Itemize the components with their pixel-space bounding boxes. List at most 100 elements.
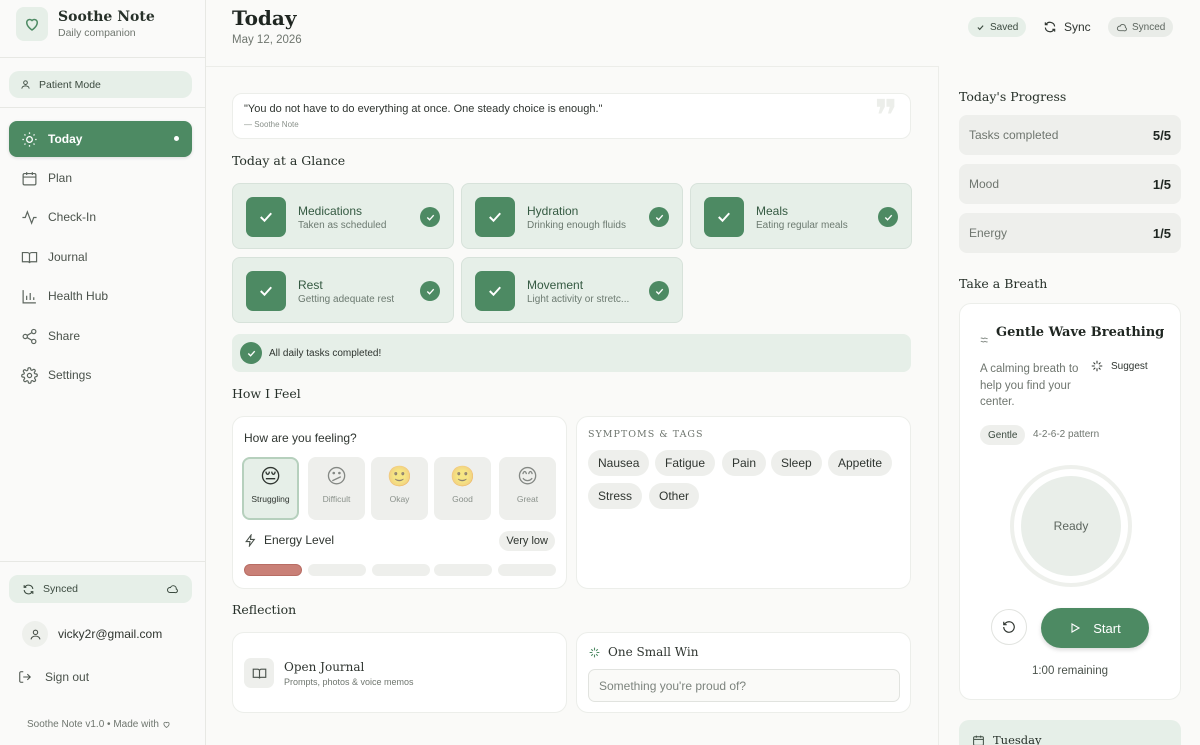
sign-out-button[interactable]: Sign out (18, 670, 89, 684)
page-date: May 12, 2026 (232, 34, 302, 46)
synced-label: Synced (1132, 21, 1166, 33)
glance-card-title: Meals (756, 204, 789, 218)
energy-segment[interactable] (244, 564, 302, 576)
symptom-tag[interactable]: Sleep (771, 450, 822, 476)
intensity-badge: Gentle (980, 425, 1026, 445)
energy-segment[interactable] (498, 564, 556, 576)
sidebar-item-label: Health Hub (48, 289, 109, 303)
upcoming-day-card[interactable]: Tuesday (959, 720, 1181, 745)
glance-card-title: Rest (298, 278, 323, 292)
sidebar-item-label: Settings (48, 368, 92, 382)
quote-text: "You do not have to do everything at onc… (244, 103, 603, 115)
glance-card-subtitle: Light activity or stretc... (527, 294, 630, 305)
sync-status-label: Synced (43, 583, 79, 595)
checkbox-icon (475, 271, 515, 311)
energy-segment[interactable] (434, 564, 492, 576)
breath-section-title: Take a Breath (959, 276, 1048, 291)
sync-button[interactable]: Sync (1043, 17, 1091, 37)
symptoms-card: SYMPTOMS & TAGS Nausea Fatigue Pain Slee… (576, 416, 911, 589)
mood-option-great[interactable]: 😊 Great (499, 457, 556, 520)
happy-face-icon: 😊 (517, 466, 538, 488)
glance-card-title: Hydration (527, 204, 579, 218)
sync-label: Sync (1064, 20, 1091, 34)
sidebar-item-label: Journal (48, 250, 88, 264)
mood-option-okay[interactable]: 🙂 Okay (371, 457, 428, 520)
suggest-label: Suggest (1111, 360, 1148, 372)
glance-card-movement[interactable]: Movement Light activity or stretc... (461, 257, 683, 323)
small-win-input[interactable] (588, 669, 900, 702)
progress-label: Mood (969, 177, 1000, 191)
check-circle-icon (649, 281, 669, 301)
sidebar-item-label: Today (48, 132, 83, 146)
start-label: Start (1093, 620, 1121, 636)
reset-button[interactable] (991, 609, 1027, 645)
progress-value: 5/5 (1152, 127, 1171, 143)
glance-card-subtitle: Getting adequate rest (298, 294, 395, 305)
sad-face-icon: 😔 (260, 466, 281, 488)
breathing-pattern: 4-2-6-2 pattern (1033, 429, 1100, 440)
sidebar-item-check-in[interactable]: Check-In (9, 199, 192, 235)
open-journal-card[interactable]: Open Journal Prompts, photos & voice mem… (232, 632, 567, 713)
suggest-button[interactable]: Suggest (1090, 359, 1148, 373)
sun-icon (22, 131, 37, 147)
sidebar-item-journal[interactable]: Journal (9, 239, 192, 275)
sidebar-item-plan[interactable]: Plan (9, 160, 192, 196)
sidebar-item-settings[interactable]: Settings (9, 357, 192, 393)
saved-label: Saved (990, 21, 1019, 33)
start-button[interactable]: Start (1041, 608, 1149, 648)
glance-card-subtitle: Taken as scheduled (298, 220, 387, 231)
page-title: Today (232, 6, 297, 30)
upcoming-day-label: Tuesday (993, 733, 1042, 745)
all-tasks-text: All daily tasks completed! (269, 347, 382, 359)
symptom-tag[interactable]: Pain (722, 450, 767, 476)
divider (0, 57, 206, 58)
mood-option-struggling[interactable]: 😔 Struggling (242, 457, 299, 520)
energy-segment[interactable] (308, 564, 366, 576)
sidebar-item-label: Share (48, 329, 81, 343)
mood-label: Struggling (251, 494, 290, 504)
mood-option-good[interactable]: 🙂 Good (434, 457, 491, 520)
activity-icon (22, 209, 37, 225)
progress-label: Energy (969, 226, 1008, 240)
mood-option-difficult[interactable]: 😕 Difficult (308, 457, 365, 520)
glance-card-rest[interactable]: Rest Getting adequate rest (232, 257, 454, 323)
app-tagline: Daily companion (58, 27, 136, 39)
brand[interactable]: Soothe Note Daily companion (16, 7, 155, 41)
user-account[interactable]: vicky2r@gmail.com (22, 621, 162, 647)
sync-status[interactable]: Synced (9, 575, 192, 603)
user-email: vicky2r@gmail.com (58, 627, 163, 641)
glance-card-hydration[interactable]: Hydration Drinking enough fluids (461, 183, 683, 249)
checkbox-icon (246, 271, 286, 311)
glance-card-meals[interactable]: Meals Eating regular meals (690, 183, 912, 249)
share-icon (22, 328, 37, 344)
journal-subtitle: Prompts, photos & voice memos (284, 677, 414, 687)
symptom-tag[interactable]: Stress (588, 483, 643, 509)
book-icon (244, 658, 274, 688)
sidebar-item-share[interactable]: Share (9, 318, 192, 354)
small-win-card: One Small Win (576, 632, 911, 713)
sign-out-label: Sign out (45, 670, 90, 684)
right-panel: Today's Progress Tasks completed 5/5 Moo… (938, 66, 1200, 745)
reflection-title: Reflection (232, 602, 297, 617)
slight-smile-icon: 🙂 (387, 466, 412, 488)
user-icon (30, 629, 40, 639)
glance-card-medications[interactable]: Medications Taken as scheduled (232, 183, 454, 249)
patient-mode-badge[interactable]: Patient Mode (9, 71, 192, 98)
patient-mode-label: Patient Mode (39, 78, 101, 91)
feel-title: How I Feel (232, 386, 301, 401)
energy-label: Energy Level (264, 533, 335, 547)
symptom-tag[interactable]: Other (649, 483, 700, 509)
sidebar-item-today[interactable]: Today (9, 121, 192, 157)
sidebar-item-health-hub[interactable]: Health Hub (9, 278, 192, 314)
symptom-tag[interactable]: Appetite (828, 450, 893, 476)
lightning-icon (245, 533, 256, 547)
energy-value-badge: Very low (499, 531, 555, 551)
symptom-tag[interactable]: Nausea (588, 450, 650, 476)
symptom-tag[interactable]: Fatigue (655, 450, 716, 476)
energy-segment[interactable] (372, 564, 430, 576)
progress-value: 1/5 (1152, 176, 1171, 192)
synced-badge: Synced (1108, 17, 1174, 37)
saved-badge: Saved (968, 17, 1027, 37)
progress-title: Today's Progress (959, 89, 1067, 104)
progress-row-tasks: Tasks completed 5/5 (959, 115, 1181, 155)
